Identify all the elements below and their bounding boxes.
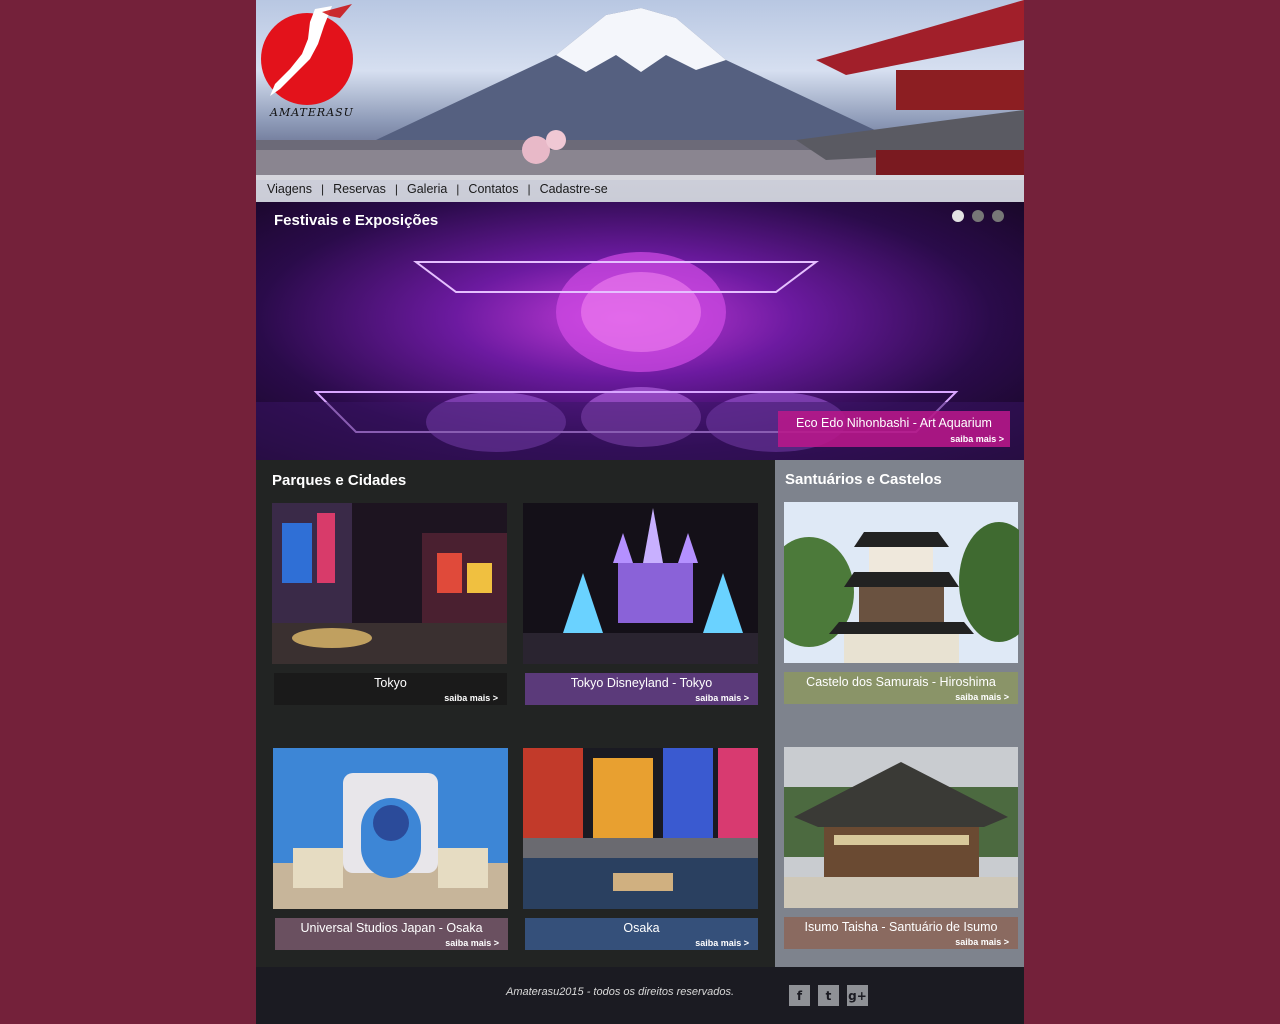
tokyo-photo [272,503,507,664]
card-caption: Osaka saiba mais > [525,918,758,950]
nav-item-contatos[interactable]: Contatos [468,182,518,196]
nav-separator: | [320,181,325,196]
featured-caption[interactable]: Eco Edo Nihonbashi - Art Aquarium saiba … [778,411,1010,447]
slider-dot-1[interactable] [952,210,964,222]
card-caption: Tokyo Disneyland - Tokyo saiba mais > [525,673,758,705]
saiba-mais-link[interactable]: saiba mais > [695,938,749,948]
nav-separator: | [394,181,398,196]
parks-section: Parques e Cidades Tokyo saiba mais > Tok… [256,460,775,967]
shrines-section-title: Santuários e Castelos [785,471,942,488]
card-title: Isumo Taisha - Santuário de Isumo [804,920,998,934]
copyright-text: Amaterasu2015 - todos os direitos reserv… [506,986,735,998]
twitter-icon[interactable]: t [818,985,839,1006]
social-links: f t g+ [789,985,868,1006]
facebook-icon[interactable]: f [789,985,810,1006]
slider-dot-3[interactable] [992,210,1004,222]
saiba-mais-link[interactable]: saiba mais > [444,693,498,703]
card-title: Osaka [623,921,660,935]
mount-fuji-banner-image [256,0,1024,180]
footer: Amaterasu2015 - todos os direitos reserv… [256,967,1024,1024]
disneyland-castle-photo [523,503,758,664]
nav-item-reservas[interactable]: Reservas [333,182,386,196]
card-caption: Tokyo saiba mais > [274,673,507,705]
featured-slider[interactable]: Festivais e Exposições Eco Edo Nihonbash… [256,202,1024,460]
card-title: Tokyo [374,676,407,690]
izumo-taisha-photo [784,747,1018,908]
nav-item-galeria[interactable]: Galeria [407,182,447,196]
featured-caption-title: Eco Edo Nihonbashi - Art Aquarium [796,416,992,430]
shrines-section: Santuários e Castelos Castelo dos Samura… [775,460,1024,967]
logo-text: AMATERASU [270,106,354,119]
featured-section-title: Festivais e Exposições [274,212,439,229]
card-caption: Universal Studios Japan - Osaka saiba ma… [275,918,508,950]
nav-item-viagens[interactable]: Viagens [267,182,312,196]
nav-separator: | [527,181,531,196]
main-navigation: Viagens | Reservas | Galeria | Contatos … [256,175,1024,202]
nav-separator: | [456,181,460,196]
google-plus-icon[interactable]: g+ [847,985,868,1006]
nav-item-cadastre-se[interactable]: Cadastre-se [540,182,608,196]
slider-pagination [952,210,1004,222]
osaka-photo [523,748,758,909]
page: AMATERASU Viagens | Reservas | Galeria |… [256,0,1024,1024]
featured-saiba-mais-link[interactable]: saiba mais > [950,434,1004,444]
saiba-mais-link[interactable]: saiba mais > [445,938,499,948]
parks-section-title: Parques e Cidades [272,472,407,489]
card-caption: Castelo dos Samurais - Hiroshima saiba m… [784,672,1018,704]
slider-dot-2[interactable] [972,210,984,222]
card-title: Universal Studios Japan - Osaka [300,921,483,935]
saiba-mais-link[interactable]: saiba mais > [955,937,1009,947]
saiba-mais-link[interactable]: saiba mais > [955,692,1009,702]
saiba-mais-link[interactable]: saiba mais > [695,693,749,703]
card-title: Tokyo Disneyland - Tokyo [570,676,713,690]
card-caption: Isumo Taisha - Santuário de Isumo saiba … [784,917,1018,949]
card-title: Castelo dos Samurais - Hiroshima [806,675,996,689]
universal-studios-photo [273,748,508,909]
hiroshima-castle-photo [784,502,1019,663]
header-banner: AMATERASU Viagens | Reservas | Galeria |… [256,0,1024,202]
